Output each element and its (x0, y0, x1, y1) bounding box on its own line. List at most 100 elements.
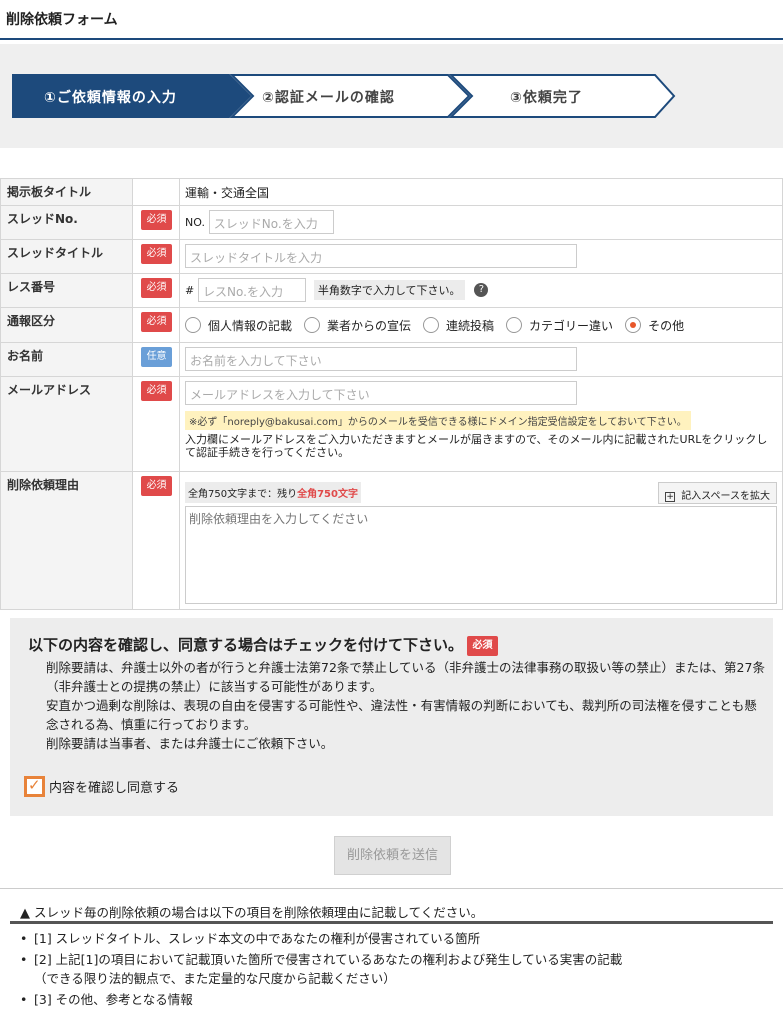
agreement-title-text: 以下の内容を確認し、同意する場合はチェックを付けて下さい。 (28, 636, 464, 654)
instructions-title: ▲ スレッド毎の削除依頼の場合は以下の項目を削除依頼理由に記載してください。 (20, 902, 483, 921)
reason-badge-cell: 必須 (132, 471, 180, 610)
deletion-request-form: 掲示板タイトル 運輸・交通全国 スレッドNo. 必須 NO. スレッドNo.を入… (0, 178, 783, 610)
required-badge: 必須 (141, 278, 173, 298)
name-cell: お名前を入力して下さい (179, 342, 783, 377)
form-row-reason: 削除依頼理由 必須 全角750文字まで：残り全角750文字 + 記入スペースを拡大 (0, 471, 783, 610)
category-radio-group: 個人情報の記載 業者からの宣伝 連続投稿 カテゴリー違い その他 (185, 312, 777, 338)
step-3-label: ③依頼完了 (510, 90, 583, 106)
name-badge-cell: 任意 (132, 342, 180, 377)
radio-button[interactable] (506, 317, 523, 333)
thread-no-input[interactable]: スレッドNo.を入力 (208, 210, 334, 234)
required-badge: 必須 (141, 210, 173, 230)
category-label: 通報区分 (0, 307, 134, 343)
radio-label: カテゴリー違い (529, 318, 614, 333)
plus-icon: + (665, 492, 676, 502)
res-no-cell: # レスNo.を入力 半角数字で入力して下さい。 ? (179, 273, 783, 308)
radio-label: 業者からの宣伝 (327, 318, 412, 333)
instructions-list: [1] スレッドタイトル、スレッド本文の中であなたの権利が侵害されている箇所 [… (20, 929, 760, 1011)
name-input[interactable]: お名前を入力して下さい (185, 347, 577, 371)
list-item: [3] その他、参考となる情報 (20, 990, 760, 1009)
reason-textarea[interactable] (185, 506, 777, 604)
list-item-text: [2] 上記[1]の項目において記載頂いた箇所で侵害されているあなたの権利および… (34, 952, 623, 967)
email-domain-notice: ※必ず「noreply@bakusai.com」からのメールを受信できる様にドメ… (185, 411, 691, 430)
agreement-paragraph: 削除要請は当事者、または弁護士にご依頼下さい。 (46, 736, 334, 751)
res-no-input[interactable]: レスNo.を入力 (198, 278, 307, 302)
instructions-box: ▲ スレッド毎の削除依頼の場合は以下の項目を削除依頼理由に記載してください。 [1… (0, 888, 783, 1024)
res-no-hint: 半角数字で入力して下さい。 (313, 280, 465, 300)
expand-textarea-button[interactable]: + 記入スペースを拡大 (658, 482, 777, 504)
thread-title-label: スレッドタイトル (0, 239, 134, 274)
step-1-label: ①ご依頼情報の入力 (44, 90, 177, 106)
instructions-title-text: スレッド毎の削除依頼の場合は以下の項目を削除依頼理由に記載してください。 (34, 905, 484, 920)
thread-no-cell: NO. スレッドNo.を入力 (179, 205, 783, 240)
email-input[interactable]: メールアドレスを入力して下さい (185, 381, 577, 405)
required-badge: 必須 (141, 381, 173, 401)
page-title: 削除依頼フォーム (6, 12, 118, 28)
list-item-text: [1] スレッドタイトル、スレッド本文の中であなたの権利が侵害されている箇所 (34, 931, 481, 946)
thread-no-prefix: NO. (185, 215, 205, 229)
reason-label: 削除依頼理由 (0, 471, 134, 610)
agreement-checkbox-row[interactable]: 内容を確認し同意する (24, 776, 179, 797)
board-badge-cell (132, 178, 180, 206)
progress-steps-area: ①ご依頼情報の入力 ②認証メールの確認 ③依頼完了 (0, 44, 783, 148)
required-badge: 必須 (141, 244, 173, 264)
thread-title-cell: スレッドタイトルを入力 (179, 239, 783, 274)
thread-no-badge-cell: 必須 (132, 205, 180, 240)
agreement-paragraph: 安直かつ過剰な削除は、表現の自由を侵害する可能性や、違法性・有害情報の判断におい… (46, 698, 757, 732)
reason-counter-remaining: 全角750文字 (297, 489, 358, 500)
board-label: 掲示板タイトル (0, 178, 134, 206)
required-badge: 必須 (141, 476, 173, 496)
reason-char-counter: 全角750文字まで：残り全角750文字 (185, 482, 361, 503)
page-header: 削除依頼フォーム (0, 0, 783, 40)
category-option-repeated-posts[interactable]: 連続投稿 (423, 317, 494, 334)
thread-title-input[interactable]: スレッドタイトルを入力 (185, 244, 577, 268)
res-no-label: レス番号 (0, 273, 134, 308)
res-no-badge-cell: 必須 (132, 273, 180, 308)
list-item-text: [3] その他、参考となる情報 (34, 992, 193, 1007)
form-row-name: お名前 任意 お名前を入力して下さい (0, 342, 783, 377)
radio-label: 連続投稿 (446, 318, 495, 333)
category-option-other[interactable]: その他 (625, 317, 684, 334)
category-option-personal-info[interactable]: 個人情報の記載 (185, 317, 292, 334)
reason-cell: 全角750文字まで：残り全角750文字 + 記入スペースを拡大 (179, 471, 783, 610)
form-row-thread-title: スレッドタイトル 必須 スレッドタイトルを入力 (0, 239, 783, 274)
radio-button[interactable] (185, 317, 201, 333)
category-option-wrong-category[interactable]: カテゴリー違い (506, 317, 613, 334)
email-cell: メールアドレスを入力して下さい ※必ず「noreply@bakusai.com」… (179, 376, 783, 472)
instructions-divider (10, 921, 773, 924)
category-cell: 個人情報の記載 業者からの宣伝 連続投稿 カテゴリー違い その他 (179, 307, 783, 343)
expand-button-label: 記入スペースを拡大 (681, 491, 770, 502)
thread-title-badge-cell: 必須 (132, 239, 180, 274)
email-verification-note: 入力欄にメールアドレスをご入力いただきますとメールが届きますので、そのメール内に… (185, 433, 768, 459)
radio-button[interactable] (423, 317, 440, 333)
board-value: 運輸・交通全国 (179, 178, 783, 206)
category-badge-cell: 必須 (132, 307, 180, 343)
thread-no-label: スレッドNo. (0, 205, 134, 240)
reason-toolbar: 全角750文字まで：残り全角750文字 + 記入スペースを拡大 (185, 482, 777, 504)
list-item-subtext: （できる限り法的観点で、また定量的な尺度から記載ください） (34, 971, 396, 986)
question-icon[interactable]: ? (474, 283, 489, 297)
radio-label: その他 (648, 318, 685, 333)
email-badge-cell: 必須 (132, 376, 180, 472)
agreement-paragraph: 削除要請は、弁護士以外の者が行うと弁護士法第72条で禁止している（非弁護士の法律… (46, 660, 765, 694)
warning-icon: ▲ (20, 906, 30, 921)
form-row-email: メールアドレス 必須 メールアドレスを入力して下さい ※必ず「noreply@b… (0, 376, 783, 472)
form-row-category: 通報区分 必須 個人情報の記載 業者からの宣伝 連続投稿 カテゴリー違い その他 (0, 307, 783, 343)
list-item: [1] スレッドタイトル、スレッド本文の中であなたの権利が侵害されている箇所 (20, 929, 760, 948)
radio-button[interactable] (304, 317, 321, 333)
form-row-board: 掲示板タイトル 運輸・交通全国 (0, 178, 783, 206)
radio-button-selected[interactable] (625, 317, 642, 333)
agreement-text: 削除要請は、弁護士以外の者が行うと弁護士法第72条で禁止している（非弁護士の法律… (46, 658, 766, 753)
submit-button[interactable]: 削除依頼を送信 (334, 836, 451, 875)
step-2-label: ②認証メールの確認 (262, 90, 395, 106)
agreement-title: 以下の内容を確認し、同意する場合はチェックを付けて下さい。 必須 (28, 634, 499, 656)
form-row-res-no: レス番号 必須 # レスNo.を入力 半角数字で入力して下さい。 ? (0, 273, 783, 308)
radio-label: 個人情報の記載 (208, 318, 293, 333)
agreement-checkbox-label: 内容を確認し同意する (49, 781, 180, 796)
list-item: [2] 上記[1]の項目において記載頂いた箇所で侵害されているあなたの権利および… (20, 950, 760, 988)
category-option-advertising[interactable]: 業者からの宣伝 (304, 317, 411, 334)
required-badge: 必須 (141, 312, 173, 332)
required-badge: 必須 (467, 636, 499, 656)
agreement-checkbox[interactable] (24, 776, 45, 797)
name-label: お名前 (0, 342, 134, 377)
